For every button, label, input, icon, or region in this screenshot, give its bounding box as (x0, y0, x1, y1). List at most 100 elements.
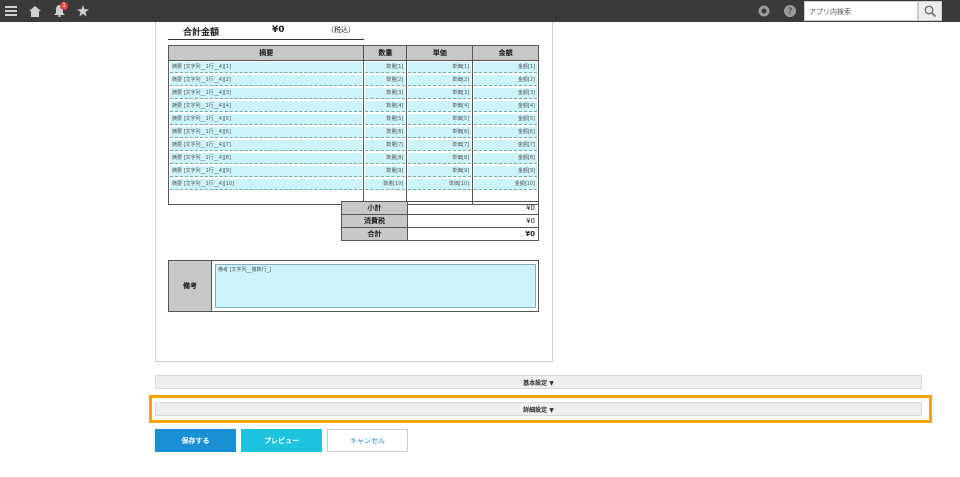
subtotal-value: ¥0 (407, 201, 539, 215)
quantity-field[interactable]: 数量[5] (365, 114, 406, 125)
table-cell: 単価[6] (406, 126, 474, 139)
description-field[interactable]: 摘要 [文字列__1行__4][1] (170, 62, 363, 73)
table-row: 摘要 [文字列__1行__4][4] 数量[4] 単価[4] 金額[4] (167, 100, 539, 113)
header-quantity: 数量 (363, 45, 408, 61)
quantity-field[interactable]: 数量[3] (365, 88, 406, 99)
preview-button[interactable]: プレビュー (241, 429, 322, 452)
quantity-field[interactable]: 数量[9] (365, 166, 406, 177)
table-cell: 数量[2] (363, 74, 408, 87)
total-amount-value: ¥0 (272, 25, 285, 35)
unit-price-field[interactable]: 単価[10] (408, 179, 472, 190)
table-cell: 単価[1] (406, 60, 474, 74)
table-cell: 金額[8] (472, 152, 539, 165)
gear-icon[interactable] (753, 0, 775, 22)
header-description: 摘要 (167, 45, 365, 61)
table-row: 摘要 [文字列__1行__4][6] 数量[6] 単価[6] 金額[6] (167, 126, 539, 139)
table-row: 摘要 [文字列__1行__4][1] 数量[1] 単価[1] 金額[1] (167, 60, 539, 74)
quantity-field[interactable]: 数量[8] (365, 153, 406, 164)
quantity-field[interactable]: 数量[10] (365, 179, 406, 190)
table-cell: 摘要 [文字列__1行__4][1] (167, 60, 365, 74)
table-header-row: 摘要 数量 単価 金額 (167, 45, 539, 61)
star-icon[interactable] (72, 0, 94, 22)
amount-field[interactable]: 金額[9] (474, 166, 537, 177)
save-button[interactable]: 保存する (155, 429, 236, 452)
table-cell: 金額[9] (472, 165, 539, 178)
amount-field[interactable]: 金額[10] (474, 179, 537, 190)
help-icon[interactable]: ? (779, 0, 801, 22)
unit-price-field[interactable]: 単価[8] (408, 153, 472, 164)
description-field[interactable]: 摘要 [文字列__1行__4][10] (170, 179, 363, 190)
subtotal-row: 小計 ¥0 (341, 201, 539, 215)
description-field[interactable]: 摘要 [文字列__1行__4][3] (170, 88, 363, 99)
table-cell: 摘要 [文字列__1行__4][2] (167, 74, 365, 87)
cancel-button[interactable]: キャンセル (327, 429, 408, 452)
svg-text:?: ? (788, 7, 793, 17)
table-cell: 数量[1] (363, 60, 408, 74)
tax-included-note: （税込） (327, 26, 355, 34)
description-field[interactable]: 摘要 [文字列__1行__4][6] (170, 127, 363, 138)
amount-field[interactable]: 金額[6] (474, 127, 537, 138)
table-cell: 金額[10] (472, 178, 539, 191)
unit-price-field[interactable]: 単価[6] (408, 127, 472, 138)
header-unit-price: 単価 (406, 45, 474, 61)
table-cell: 数量[4] (363, 100, 408, 113)
unit-price-field[interactable]: 単価[3] (408, 88, 472, 99)
description-field[interactable]: 摘要 [文字列__1行__4][5] (170, 114, 363, 125)
amount-field[interactable]: 金額[5] (474, 114, 537, 125)
table-cell: 単価[2] (406, 74, 474, 87)
home-icon[interactable] (24, 0, 46, 22)
unit-price-field[interactable]: 単価[1] (408, 62, 472, 73)
table-cell: 数量[5] (363, 113, 408, 126)
notes-field[interactable]: 備考 [文字列__複数行_] (215, 264, 536, 308)
table-cell: 摘要 [文字列__1行__4][7] (167, 139, 365, 152)
unit-price-field[interactable]: 単価[5] (408, 114, 472, 125)
table-cell: 金額[4] (472, 100, 539, 113)
table-cell: 摘要 [文字列__1行__4][8] (167, 152, 365, 165)
amount-field[interactable]: 金額[3] (474, 88, 537, 99)
unit-price-field[interactable]: 単価[9] (408, 166, 472, 177)
quantity-field[interactable]: 数量[4] (365, 101, 406, 112)
total-amount-row: 合計金額 ¥0 （税込） (168, 24, 364, 40)
basic-settings-toggle[interactable]: 基本設定 ▼ (155, 375, 922, 389)
search-icon[interactable] (918, 1, 942, 21)
quantity-field[interactable]: 数量[6] (365, 127, 406, 138)
table-cell: 金額[7] (472, 139, 539, 152)
tax-row: 消費税 ¥0 (341, 214, 539, 228)
quantity-field[interactable]: 数量[2] (365, 75, 406, 86)
description-field[interactable]: 摘要 [文字列__1行__4][9] (170, 166, 363, 177)
app-search-input[interactable]: アプリ内検索 (804, 1, 918, 21)
unit-price-field[interactable]: 単価[7] (408, 140, 472, 151)
table-cell: 数量[10] (363, 178, 408, 191)
notes-section: 備考 備考 [文字列__複数行_] (168, 260, 539, 312)
table-cell: 数量[6] (363, 126, 408, 139)
amount-field[interactable]: 金額[4] (474, 101, 537, 112)
menu-icon[interactable] (0, 0, 22, 22)
table-cell: 摘要 [文字列__1行__4][4] (167, 100, 365, 113)
table-row: 摘要 [文字列__1行__4][5] 数量[5] 単価[5] 金額[5] (167, 113, 539, 126)
description-field[interactable]: 摘要 [文字列__1行__4][4] (170, 101, 363, 112)
description-field[interactable]: 摘要 [文字列__1行__4][2] (170, 75, 363, 86)
quantity-field[interactable]: 数量[7] (365, 140, 406, 151)
description-field[interactable]: 摘要 [文字列__1行__4][7] (170, 140, 363, 151)
table-row: 摘要 [文字列__1行__4][3] 数量[3] 単価[3] 金額[3] (167, 87, 539, 100)
amount-field[interactable]: 金額[1] (474, 62, 537, 73)
table-cell (167, 191, 365, 205)
table-row: 摘要 [文字列__1行__4][2] 数量[2] 単価[2] 金額[2] (167, 74, 539, 87)
subtotal-label: 小計 (341, 201, 408, 215)
amount-field[interactable]: 金額[7] (474, 140, 537, 151)
line-items-table: 摘要 数量 単価 金額 摘要 [文字列__1行__4][1] 数量[1] 単価[1]… (167, 45, 539, 205)
unit-price-field[interactable]: 単価[4] (408, 101, 472, 112)
notification-badge: 1 (60, 2, 68, 10)
advanced-settings-toggle[interactable]: 詳細設定 ▼ (155, 402, 922, 416)
description-field[interactable]: 摘要 [文字列__1行__4][8] (170, 153, 363, 164)
tax-value: ¥0 (407, 214, 539, 228)
quantity-field[interactable]: 数量[1] (365, 62, 406, 73)
table-cell: 数量[3] (363, 87, 408, 100)
amount-field[interactable]: 金額[2] (474, 75, 537, 86)
table-cell: 単価[3] (406, 87, 474, 100)
header-amount: 金額 (472, 45, 539, 61)
amount-field[interactable]: 金額[8] (474, 153, 537, 164)
table-cell: 数量[9] (363, 165, 408, 178)
summary-table: 小計 ¥0 消費税 ¥0 合計 ¥0 (341, 201, 539, 241)
unit-price-field[interactable]: 単価[2] (408, 75, 472, 86)
